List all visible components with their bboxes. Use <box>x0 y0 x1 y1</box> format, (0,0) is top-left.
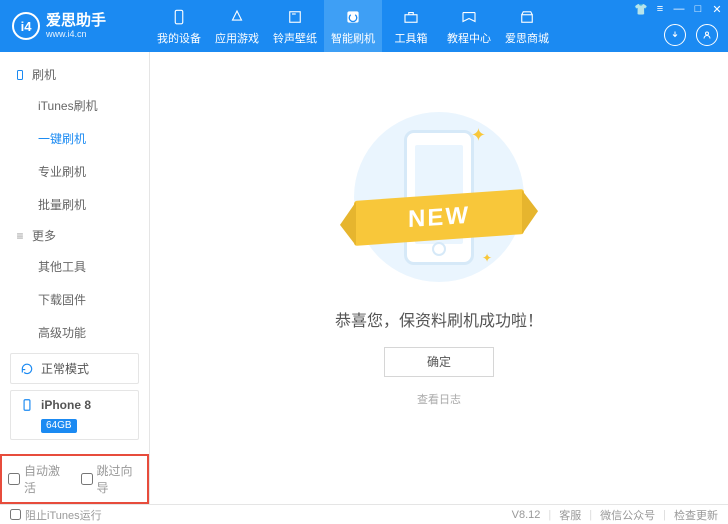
nav-label: 工具箱 <box>395 30 428 46</box>
sidebar: 刷机 iTunes刷机 一键刷机 专业刷机 批量刷机 ≡ 更多 其他工具 下载固… <box>0 52 150 504</box>
success-illustration: ✦ ✦ ✦ NEW <box>334 107 544 287</box>
wechat-link[interactable]: 微信公众号 <box>600 507 655 523</box>
ok-button[interactable]: 确定 <box>384 347 494 377</box>
phone-icon <box>14 69 26 81</box>
storage-badge: 64GB <box>41 419 77 433</box>
shop-icon <box>517 7 537 27</box>
maximize-button[interactable]: □ <box>691 2 705 16</box>
sidebar-item-pro-flash[interactable]: 专业刷机 <box>0 155 149 188</box>
block-itunes-checkbox[interactable]: 阻止iTunes运行 <box>10 507 102 523</box>
toolbox-icon <box>401 7 421 27</box>
window-controls: 👕 ≡ — □ ✕ <box>634 2 724 16</box>
skip-wizard-label: 跳过向导 <box>97 462 142 496</box>
logo-text: 爱思助手 <box>46 13 106 30</box>
support-link[interactable]: 客服 <box>559 507 581 523</box>
sidebar-item-oneclick-flash[interactable]: 一键刷机 <box>0 122 149 155</box>
nav-media[interactable]: 铃声壁纸 <box>266 0 324 52</box>
sidebar-item-download-firmware[interactable]: 下载固件 <box>0 283 149 316</box>
skin-button[interactable]: 👕 <box>634 2 648 16</box>
device-name: iPhone 8 <box>41 398 91 412</box>
more-icon: ≡ <box>14 230 26 242</box>
flash-icon <box>343 7 363 27</box>
sidebar-item-advanced[interactable]: 高级功能 <box>0 316 149 345</box>
success-message: 恭喜您，保资料刷机成功啦！ <box>335 307 543 331</box>
nav-label: 爱思商城 <box>505 30 549 46</box>
main-content: ✦ ✦ ✦ NEW 恭喜您，保资料刷机成功啦！ 确定 查看日志 <box>150 52 728 504</box>
close-button[interactable]: ✕ <box>710 2 724 16</box>
block-itunes-label: 阻止iTunes运行 <box>25 507 102 523</box>
nav-shop[interactable]: 爱思商城 <box>498 0 556 52</box>
top-nav: 我的设备 应用游戏 铃声壁纸 智能刷机 工具箱 教程中心 爱思商城 <box>150 0 556 52</box>
nav-label: 教程中心 <box>447 30 491 46</box>
nav-label: 铃声壁纸 <box>273 30 317 46</box>
nav-label: 智能刷机 <box>331 30 375 46</box>
sidebar-item-itunes-flash[interactable]: iTunes刷机 <box>0 89 149 122</box>
mode-block[interactable]: 正常模式 <box>10 353 139 384</box>
sidebar-section-label: 刷机 <box>32 66 56 83</box>
minimize-button[interactable]: — <box>672 2 686 16</box>
download-button[interactable] <box>664 24 686 46</box>
status-bar: 阻止iTunes运行 V8.12 | 客服 | 微信公众号 | 检查更新 <box>0 504 728 524</box>
apps-icon <box>227 7 247 27</box>
user-button[interactable] <box>696 24 718 46</box>
auto-activate-label: 自动激活 <box>24 462 69 496</box>
version-label: V8.12 <box>512 509 541 521</box>
menu-button[interactable]: ≡ <box>653 2 667 16</box>
media-icon <box>285 7 305 27</box>
sidebar-section-flash[interactable]: 刷机 <box>0 60 149 89</box>
auto-activate-checkbox[interactable]: 自动激活 <box>8 462 69 496</box>
skip-wizard-checkbox[interactable]: 跳过向导 <box>81 462 142 496</box>
skip-wizard-input[interactable] <box>81 473 93 485</box>
nav-label: 应用游戏 <box>215 30 259 46</box>
tutorial-icon <box>459 7 479 27</box>
nav-toolbox[interactable]: 工具箱 <box>382 0 440 52</box>
logo-icon: i4 <box>12 12 40 40</box>
sidebar-item-other-tools[interactable]: 其他工具 <box>0 250 149 283</box>
nav-flash[interactable]: 智能刷机 <box>324 0 382 52</box>
view-log-link[interactable]: 查看日志 <box>417 391 461 407</box>
sidebar-section-more[interactable]: ≡ 更多 <box>0 221 149 250</box>
sidebar-section-label: 更多 <box>32 227 56 244</box>
nav-my-device[interactable]: 我的设备 <box>150 0 208 52</box>
device-block[interactable]: iPhone 8 64GB <box>10 390 139 440</box>
auto-activate-input[interactable] <box>8 473 20 485</box>
nav-label: 我的设备 <box>157 30 201 46</box>
sidebar-item-batch-flash[interactable]: 批量刷机 <box>0 188 149 221</box>
separator: | <box>589 509 592 521</box>
logo-area: i4 爱思助手 www.i4.cn <box>0 12 150 40</box>
nav-apps[interactable]: 应用游戏 <box>208 0 266 52</box>
phone-icon <box>19 397 35 413</box>
star-icon: ✦ <box>482 251 492 265</box>
header-right-actions <box>664 24 718 46</box>
separator: | <box>663 509 666 521</box>
bottom-options-row: 自动激活 跳过向导 <box>0 454 149 504</box>
mode-label: 正常模式 <box>41 360 89 377</box>
refresh-icon <box>19 361 35 377</box>
check-update-link[interactable]: 检查更新 <box>674 507 718 523</box>
device-icon <box>169 7 189 27</box>
app-header: i4 爱思助手 www.i4.cn 我的设备 应用游戏 铃声壁纸 智能刷机 工具… <box>0 0 728 52</box>
nav-tutorial[interactable]: 教程中心 <box>440 0 498 52</box>
logo-url: www.i4.cn <box>46 29 106 39</box>
block-itunes-input[interactable] <box>10 509 21 520</box>
separator: | <box>548 509 551 521</box>
